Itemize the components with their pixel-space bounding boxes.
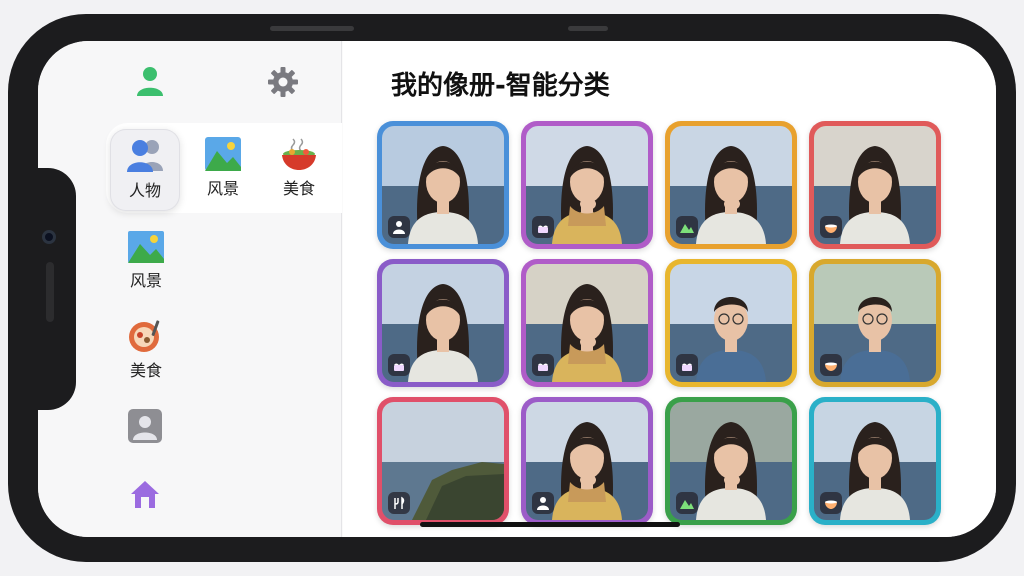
photo-tile[interactable] — [521, 397, 653, 525]
landscape-icon — [128, 231, 164, 263]
sidebar: 人物 风景 美食 风景 美食 — [38, 41, 342, 537]
person-icon — [388, 216, 410, 238]
home-icon[interactable] — [126, 475, 164, 513]
photo-thumbnail — [382, 126, 504, 244]
food-plate-icon — [129, 320, 160, 352]
photo-tile[interactable] — [665, 121, 797, 249]
notch — [14, 168, 76, 410]
side-button — [568, 26, 608, 31]
photo-tile[interactable] — [809, 259, 941, 387]
sidebar-item-label: 美食 — [129, 361, 162, 380]
people-icon — [127, 140, 163, 172]
photo-tile[interactable] — [521, 121, 653, 249]
cake-icon — [388, 354, 410, 376]
volume-button — [270, 26, 354, 31]
photo-thumbnail — [526, 402, 648, 520]
photo-tile[interactable] — [377, 397, 509, 525]
photo-thumbnail — [670, 402, 792, 520]
food-bowl-icon — [282, 138, 316, 170]
photo-thumbnail — [382, 402, 504, 520]
tab-label: 人物 — [128, 181, 161, 200]
photo-tile[interactable] — [377, 121, 509, 249]
mountain-icon — [676, 216, 698, 238]
profile-icon[interactable] — [134, 65, 166, 97]
photo-thumbnail — [814, 264, 936, 382]
sidebar-item-food[interactable]: 美食 — [124, 319, 168, 381]
sidebar-item-landscape[interactable]: 风景 — [124, 231, 168, 291]
bowl-icon — [820, 354, 842, 376]
main-content: 我的像册-智能分类 — [343, 41, 996, 537]
tab-landscape[interactable]: 风景 — [196, 137, 250, 199]
photo-tile[interactable] — [665, 259, 797, 387]
landscape-icon — [205, 137, 241, 171]
contact-card-icon[interactable] — [126, 407, 164, 445]
photo-thumbnail — [526, 126, 648, 244]
photo-tile[interactable] — [377, 259, 509, 387]
gear-icon[interactable] — [266, 65, 300, 99]
camera-icon — [42, 230, 56, 244]
photo-thumbnail — [814, 402, 936, 520]
bowl-icon — [820, 216, 842, 238]
tab-label: 风景 — [206, 179, 239, 198]
photo-tile[interactable] — [521, 259, 653, 387]
photo-tile[interactable] — [809, 121, 941, 249]
screen: 人物 风景 美食 风景 美食 我的像册-智能分类 — [38, 41, 996, 537]
photo-thumbnail — [526, 264, 648, 382]
photo-tile[interactable] — [665, 397, 797, 525]
page-title: 我的像册-智能分类 — [391, 71, 610, 101]
tab-food[interactable]: 美食 — [274, 137, 324, 199]
cake-icon — [532, 354, 554, 376]
bowl-icon — [820, 492, 842, 514]
tab-label: 美食 — [282, 179, 315, 198]
sidebar-item-label: 风景 — [129, 271, 162, 290]
photo-thumbnail — [670, 126, 792, 244]
person-icon — [532, 492, 554, 514]
photo-thumbnail — [670, 264, 792, 382]
tab-people[interactable]: 人物 — [110, 129, 180, 211]
food-icon — [388, 492, 410, 514]
cake-icon — [532, 216, 554, 238]
speaker — [46, 262, 54, 322]
home-indicator — [420, 522, 680, 527]
photo-thumbnail — [382, 264, 504, 382]
photo-thumbnail — [814, 126, 936, 244]
cake-icon — [676, 354, 698, 376]
photo-tile[interactable] — [809, 397, 941, 525]
mountain-icon — [676, 492, 698, 514]
